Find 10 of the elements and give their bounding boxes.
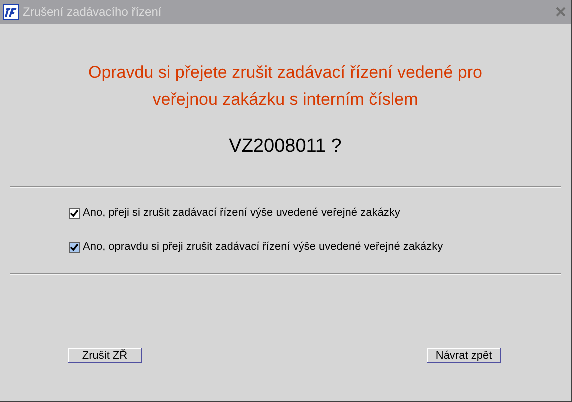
checkbox[interactable]: [69, 208, 80, 218]
confirmation-question: Opravdu si přejete zrušit zadávací řízení vedené pro veřejnou zakázku s interním číslem: [87, 62, 484, 111]
dialog-button[interactable]: Návrat zpět: [427, 348, 501, 363]
app-logo-icon: [3, 4, 19, 20]
dialog-button[interactable]: Zrušit ZŘ: [68, 348, 142, 363]
window-title: Zrušení zadávacího řízení: [23, 5, 163, 19]
contract-number: VZ2008011 ?: [229, 136, 342, 158]
checkbox-label[interactable]: Ano, přeji si zrušit zadávací řízení výše uvedené veřejné zakázky: [83, 207, 400, 219]
checkbox-label[interactable]: Ano, opravdu si přeji zrušit zadávací řízení výše uvedené veřejné zakázky: [83, 241, 444, 253]
checkbox[interactable]: [69, 242, 80, 252]
